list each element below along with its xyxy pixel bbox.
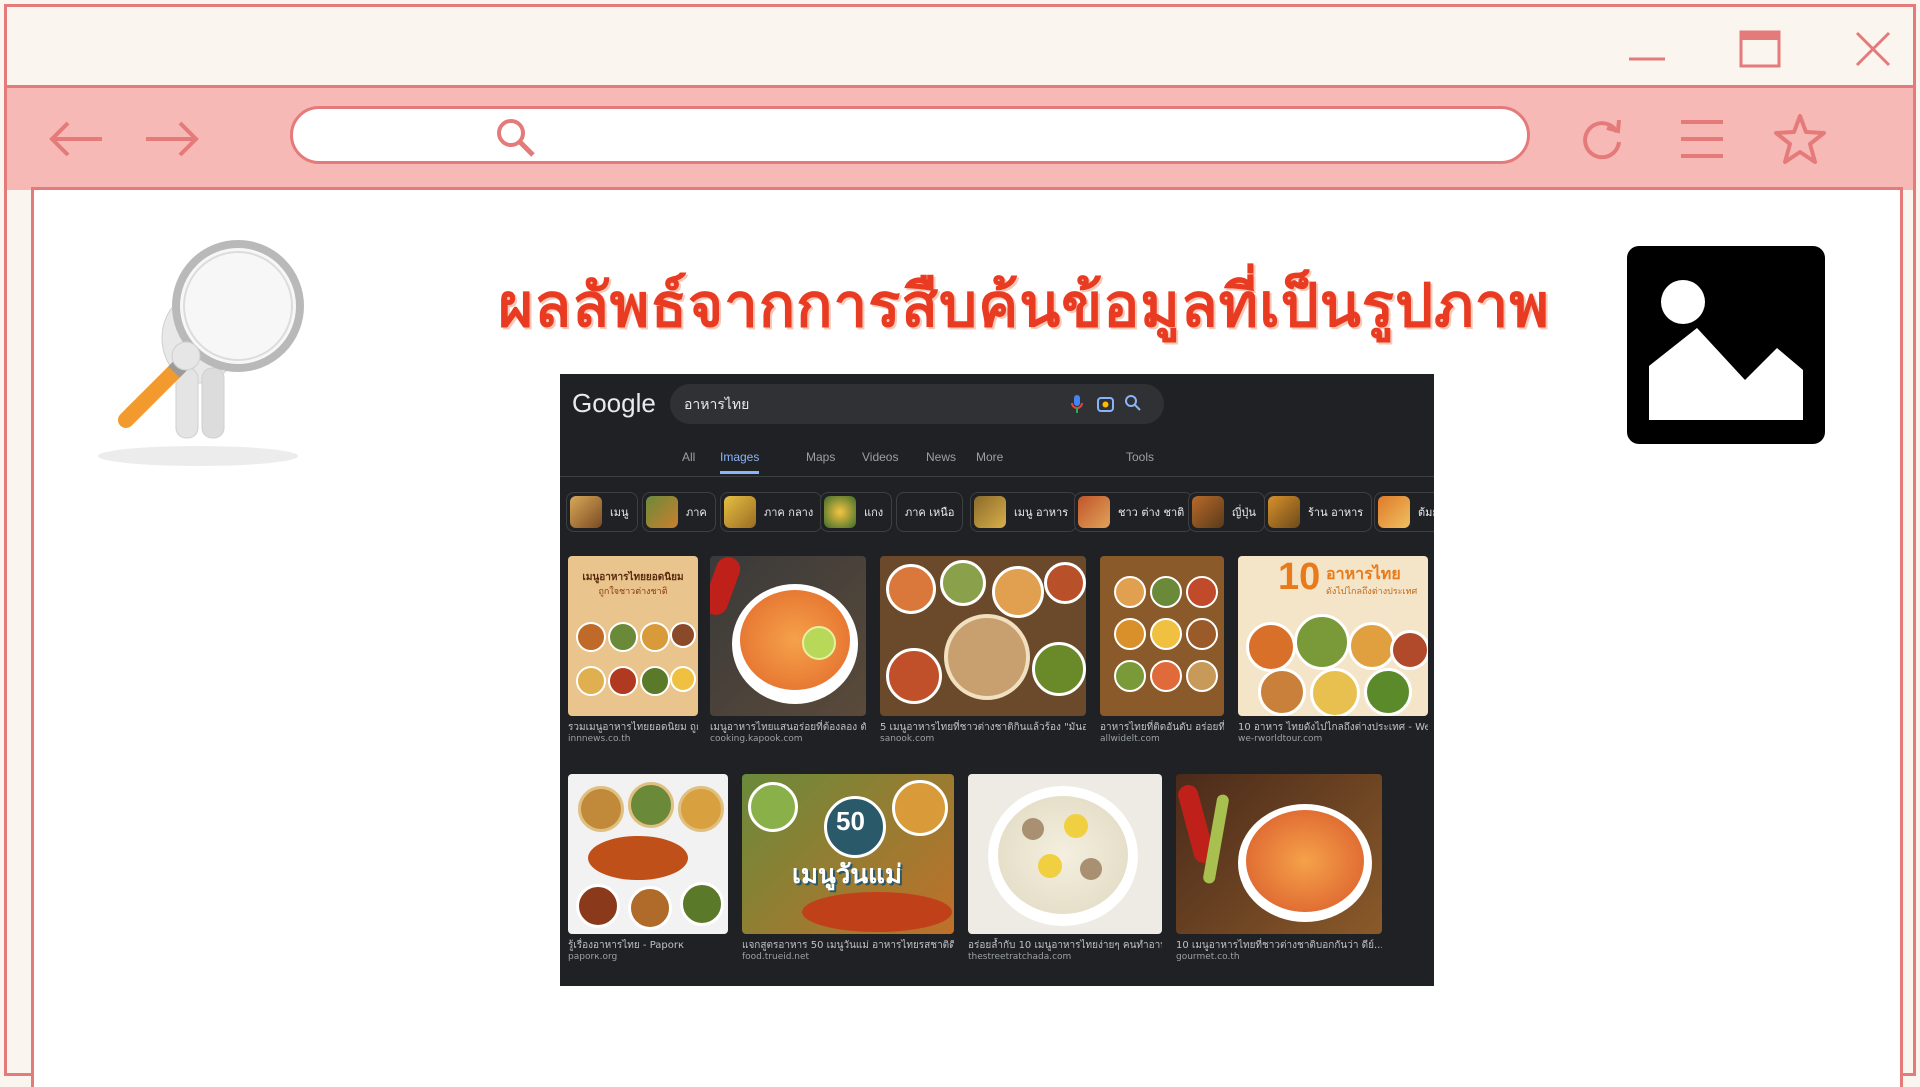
google-search-box[interactable]: อาหารไทย (670, 384, 1164, 424)
image-result[interactable]: 50 เมนูวันแม่ แจกสูตรอาหาร 50 เมนูวันแม่… (742, 774, 954, 962)
image-result[interactable]: 10 อาหารไทย ดังไปไกลถึงต่างประเทศ 10 อาห… (1238, 556, 1428, 744)
tab-all[interactable]: All (682, 450, 695, 464)
chip[interactable]: เมนู อาหาร (970, 492, 1078, 532)
chip[interactable]: แกง (820, 492, 893, 532)
tab-images[interactable]: Images (720, 450, 760, 474)
image-icon (1627, 246, 1825, 444)
tab-maps[interactable]: Maps (806, 450, 835, 464)
page-content: ผลลัพธ์จากการสืบค้นข้อมูลที่เป็นรูปภาพ G… (31, 187, 1903, 1087)
chip[interactable]: ต้มย (1374, 492, 1434, 532)
minimize-icon[interactable] (1617, 21, 1677, 77)
tab-news[interactable]: News (926, 450, 956, 464)
chip[interactable]: ภาค (642, 492, 716, 532)
chip[interactable]: เมนู (566, 492, 638, 532)
image-result[interactable]: อาหารไทยที่ติดอันดับ อร่อยที่สุ... allwi… (1100, 556, 1224, 744)
image-result[interactable]: 5 เมนูอาหารไทยที่ชาวต่างชาติกินแล้วร้อง … (880, 556, 1086, 744)
image-result[interactable]: เมนูอาหารไทยแสนอร่อยที่ต้องลอง ตัดโดย...… (710, 556, 866, 744)
camera-lens-icon[interactable] (1096, 394, 1116, 418)
tab-videos[interactable]: Videos (862, 450, 898, 464)
google-search-query: อาหารไทย (684, 397, 750, 413)
tab-more[interactable]: More (976, 450, 1003, 464)
image-result[interactable]: 10 เมนูอาหารไทยที่ชาวต่างชาติบอกกันว่า ด… (1176, 774, 1382, 962)
title-bar (7, 7, 1913, 85)
chip[interactable]: ภาค เหนือ (896, 492, 964, 532)
chip[interactable]: ภาค กลาง (720, 492, 823, 532)
google-image-results-screenshot: Google อาหารไทย All Images Maps Videos N… (560, 374, 1434, 986)
refresh-icon[interactable] (1567, 106, 1637, 172)
tab-tools[interactable]: Tools (1126, 450, 1154, 464)
star-icon[interactable] (1765, 106, 1835, 172)
chip[interactable]: ร้าน อาหาร (1264, 492, 1373, 532)
close-icon[interactable] (1843, 21, 1903, 77)
browser-window: ผลลัพธ์จากการสืบค้นข้อมูลที่เป็นรูปภาพ G… (4, 4, 1916, 1087)
image-result[interactable]: รู้เรื่องอาหารไทย - Paporк paporк.org (568, 774, 728, 962)
image-result[interactable]: อร่อยล้ำกับ 10 เมนูอาหารไทยง่ายๆ คนทำอาห… (968, 774, 1162, 962)
google-logo: Google (572, 388, 656, 418)
image-result[interactable]: เมนูอาหารไทยยอดนิยม ถูกใจชาวต่างชาติ รวม… (568, 556, 698, 744)
forward-arrow-icon[interactable] (137, 106, 207, 172)
navigation-bar (7, 85, 1913, 190)
back-arrow-icon[interactable] (41, 106, 111, 172)
url-input[interactable] (413, 117, 1497, 155)
google-search-icon[interactable] (1124, 394, 1142, 416)
google-tabs: All Images Maps Videos News More Tools (560, 444, 1434, 474)
address-bar[interactable] (290, 106, 1530, 164)
menu-icon[interactable] (1667, 106, 1737, 172)
page-title: ผลลัพธ์จากการสืบค้นข้อมูลที่เป็นรูปภาพ (498, 271, 1550, 341)
filter-chips: เมนู ภาค ภาค กลาง แกง ภาค เหนือ เมนู อาห… (566, 492, 1434, 532)
maximize-icon[interactable] (1731, 21, 1791, 77)
tabs-divider (560, 476, 1434, 477)
mic-icon[interactable] (1070, 394, 1084, 418)
magnifier-figure-illustration (78, 228, 338, 468)
chip[interactable]: ชาว ต่าง ชาติ (1074, 492, 1194, 532)
chip[interactable]: ญี่ปุ่น (1188, 492, 1265, 532)
